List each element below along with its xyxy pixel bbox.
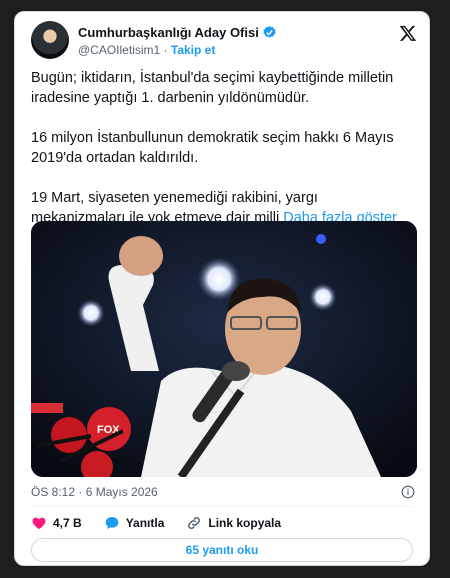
handle-row: @CAOIletisim1 · Takip et [78,43,215,57]
copy-link-button[interactable]: Link kopyala [186,515,281,531]
read-replies-button[interactable]: 65 yanıtı oku [31,538,413,562]
separator: · [163,43,168,57]
follow-button[interactable]: Takip et [171,43,215,57]
author-handle[interactable]: @CAOIletisim1 [78,43,160,57]
x-logo-icon[interactable] [399,24,417,42]
tweet-paragraph: 16 milyon İstanbullunun demokratik seçim… [31,130,394,166]
verified-badge-icon [263,25,276,38]
heart-icon [32,517,46,529]
copy-link-label: Link kopyala [208,516,282,530]
author-name[interactable]: Cumhurbaşkanlığı Aday Ofisi [78,25,259,40]
tweet-photo[interactable]: FOX [31,221,417,477]
tweet-paragraph: Bugün; iktidarın, İstanbul'da seçimi kay… [31,70,394,106]
divider [31,506,413,507]
info-icon[interactable] [401,485,415,499]
timestamp[interactable]: ÖS 8:12 · 6 Mayıs 2026 [31,485,158,499]
link-icon [188,517,201,529]
avatar[interactable] [31,21,69,59]
photo-image: FOX [31,221,417,477]
reply-bubble-icon [105,517,119,529]
tweet-card: Cumhurbaşkanlığı Aday Ofisi @CAOIletisim… [14,11,430,566]
action-bar: 4,7 B Yanıtla Link kopyala [31,515,303,531]
reply-label: Yanıtla [125,516,165,530]
reply-button[interactable]: Yanıtla [104,515,165,531]
like-button[interactable]: 4,7 B [31,515,82,531]
author-name-row[interactable]: Cumhurbaşkanlığı Aday Ofisi [78,25,277,40]
like-count: 4,7 B [53,516,82,530]
